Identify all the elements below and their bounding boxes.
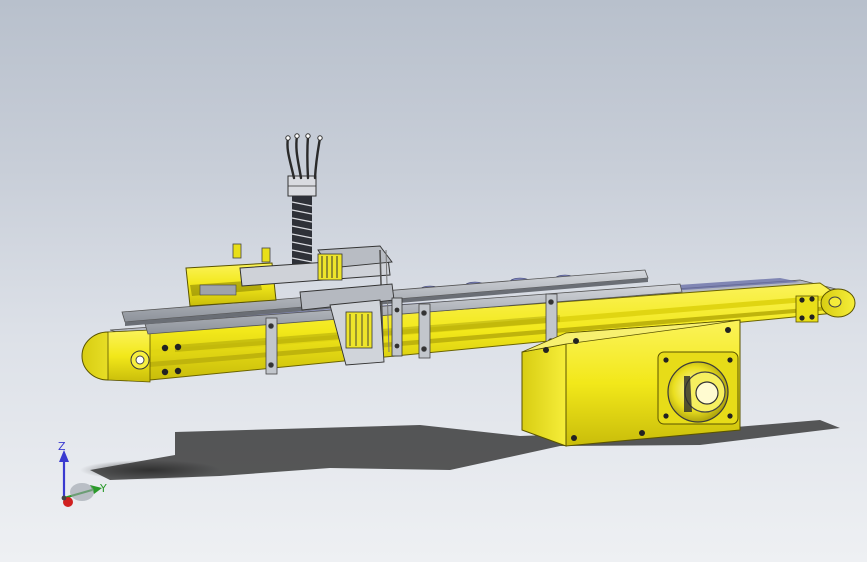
conveyor-assembly-model[interactable] [0, 0, 867, 562]
cad-viewport[interactable]: Z Y [0, 0, 867, 562]
z-axis-label: Z [58, 440, 66, 453]
motor-face[interactable] [657, 351, 739, 425]
coordinate-triad: Z Y [48, 438, 118, 512]
y-axis-label: Y [100, 482, 107, 495]
air-hoses [285, 133, 323, 180]
pneumatic-cylinder[interactable] [287, 175, 317, 266]
